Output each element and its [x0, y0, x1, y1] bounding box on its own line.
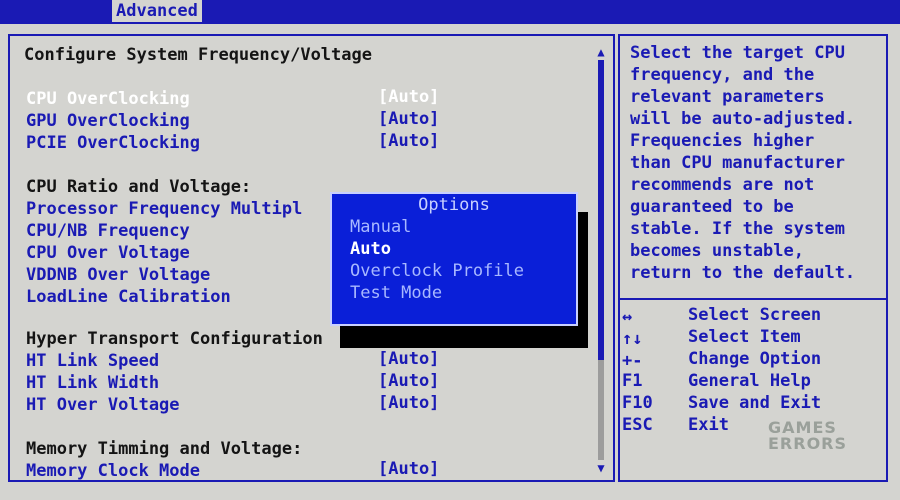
key-desc-select-item: Select Item — [688, 327, 801, 347]
option-manual[interactable]: Manual — [350, 216, 411, 238]
section-cpu-ratio: CPU Ratio and Voltage: — [26, 177, 252, 197]
key-plus-minus: +- — [622, 351, 643, 371]
setting-value-ht-link-speed[interactable]: [Auto] — [378, 348, 439, 370]
key-arrows-horizontal-icon: ↔ — [622, 307, 633, 327]
help-text-line: Select the target CPU — [630, 43, 845, 63]
help-text-line: recommends are not — [630, 175, 815, 195]
key-arrows-vertical-icon: ↑↓ — [622, 329, 643, 349]
section-hyper-transport: Hyper Transport Configuration — [26, 329, 323, 349]
key-desc-general-help: General Help — [688, 371, 811, 391]
games-errors-watermark: GAMES ERRORS — [768, 418, 848, 453]
key-desc-change-option: Change Option — [688, 349, 822, 369]
option-overclock-profile[interactable]: Overclock Profile — [350, 260, 524, 282]
help-text-line: frequency, and the — [630, 65, 815, 85]
setting-label-gpu-overclocking[interactable]: GPU OverClocking — [26, 110, 190, 132]
help-divider — [620, 298, 886, 300]
scroll-down-arrow-icon[interactable]: ▼ — [596, 462, 606, 474]
key-desc-select-screen: Select Screen — [688, 305, 822, 325]
setting-label-ht-link-speed[interactable]: HT Link Speed — [26, 350, 159, 372]
setting-label-memory-clock-mode[interactable]: Memory Clock Mode — [26, 460, 200, 482]
scroll-thumb[interactable] — [598, 60, 604, 360]
setting-label-pcie-overclocking[interactable]: PCIE OverClocking — [26, 132, 200, 154]
setting-value-gpu-overclocking[interactable]: [Auto] — [378, 108, 439, 130]
help-text-line: relevant parameters — [630, 87, 825, 107]
help-text-line: return to the default. — [630, 263, 856, 283]
setting-value-pcie-overclocking[interactable]: [Auto] — [378, 130, 439, 152]
tab-advanced[interactable]: Advanced — [112, 0, 202, 22]
setting-cpu-over-voltage[interactable]: CPU Over Voltage — [26, 242, 190, 264]
panel-title: Configure System Frequency/Voltage — [24, 45, 372, 65]
help-text-line: guaranteed to be — [630, 197, 794, 217]
help-text-line: than CPU manufacturer — [630, 153, 845, 173]
key-desc-save-and-exit: Save and Exit — [688, 393, 822, 413]
key-f1: F1 — [622, 371, 643, 391]
help-text-line: becomes unstable, — [630, 241, 804, 261]
popup-title: Options — [332, 194, 576, 216]
help-text-line: stable. If the system — [630, 219, 845, 239]
key-desc-exit: Exit — [688, 415, 729, 435]
help-text-line: will be auto-adjusted. — [630, 109, 856, 129]
section-memory-timing: Memory Timming and Voltage: — [26, 439, 303, 459]
setting-value-cpu-overclocking[interactable]: [Auto] — [378, 86, 439, 108]
scroll-track[interactable] — [598, 60, 604, 460]
option-auto[interactable]: Auto — [350, 238, 391, 260]
help-text-line: Frequencies higher — [630, 131, 815, 151]
setting-label-ht-over-voltage[interactable]: HT Over Voltage — [26, 394, 180, 416]
settings-scrollbar[interactable]: ▲ ▼ — [596, 46, 606, 474]
setting-value-ht-over-voltage[interactable]: [Auto] — [378, 392, 439, 414]
setting-value-ht-link-width[interactable]: [Auto] — [378, 370, 439, 392]
setting-cpu-nb-frequency[interactable]: CPU/NB Frequency — [26, 220, 190, 242]
setting-vddnb-over-voltage[interactable]: VDDNB Over Voltage — [26, 264, 210, 286]
bios-screen: Advanced Configure System Frequency/Volt… — [0, 0, 900, 500]
scroll-up-arrow-icon[interactable]: ▲ — [596, 46, 606, 58]
setting-label-cpu-overclocking[interactable]: CPU OverClocking — [26, 88, 190, 110]
setting-processor-frequency-multiplier[interactable]: Processor Frequency Multipl — [26, 198, 302, 220]
setting-loadline-calibration[interactable]: LoadLine Calibration — [26, 286, 231, 308]
key-esc: ESC — [622, 415, 653, 435]
top-menu-bar: Advanced — [0, 0, 900, 24]
help-panel: Select the target CPU frequency, and the… — [618, 34, 888, 482]
options-popup[interactable]: Options Manual Auto Overclock Profile Te… — [330, 192, 578, 326]
setting-value-memory-clock-mode[interactable]: [Auto] — [378, 458, 439, 480]
setting-label-ht-link-width[interactable]: HT Link Width — [26, 372, 159, 394]
option-test-mode[interactable]: Test Mode — [350, 282, 442, 304]
key-f10: F10 — [622, 393, 653, 413]
